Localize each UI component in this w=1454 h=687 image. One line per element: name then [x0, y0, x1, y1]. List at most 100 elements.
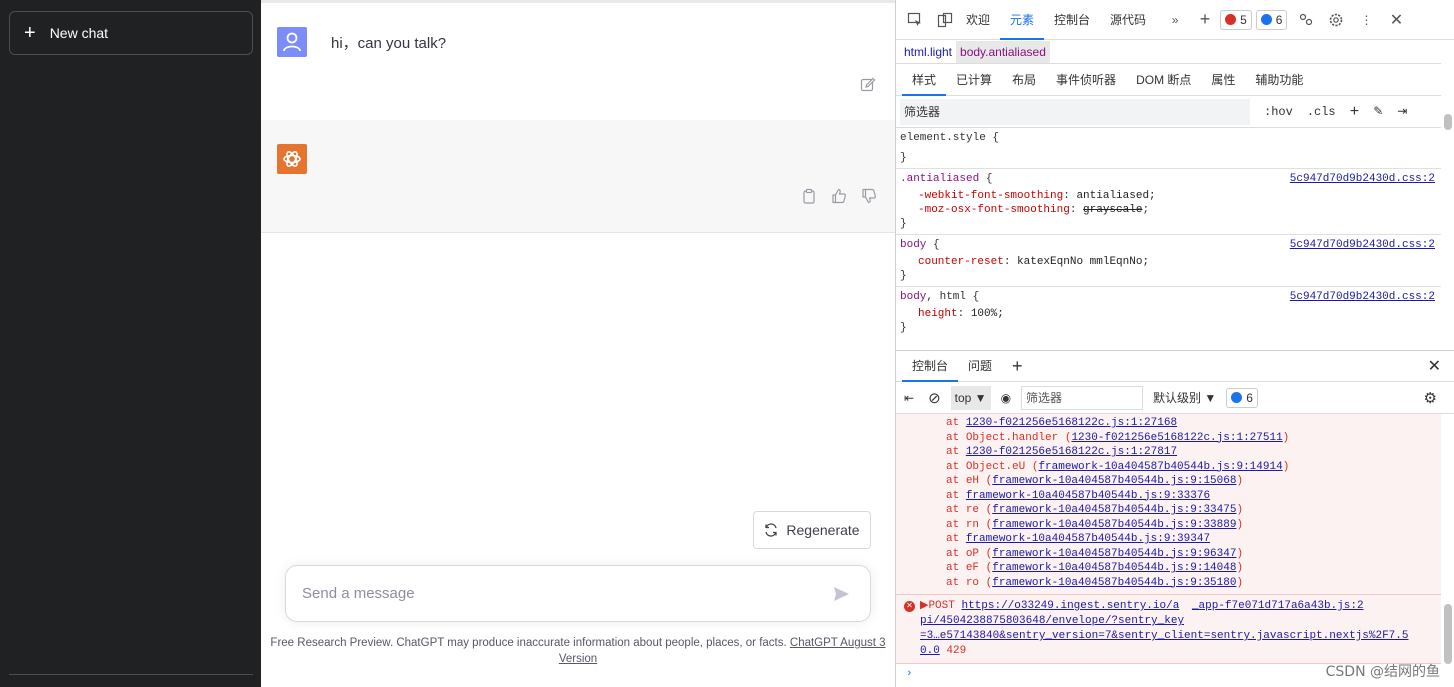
- post-method[interactable]: ▶POST: [920, 600, 961, 612]
- device-toggle-icon[interactable]: [934, 9, 956, 31]
- stack-source-link[interactable]: framework-10a404587b40544b.js:9:39347: [966, 533, 1210, 545]
- request-url-cont[interactable]: 0.0: [920, 645, 940, 657]
- inspect-icon[interactable]: [904, 9, 926, 31]
- request-url[interactable]: https://o33249.ingest.sentry.io/a: [961, 600, 1179, 612]
- message-input[interactable]: [302, 585, 802, 602]
- cls-toggle[interactable]: .cls: [1307, 105, 1336, 119]
- tab-welcome[interactable]: 欢迎: [956, 0, 1000, 40]
- stack-function: rn (: [965, 518, 993, 531]
- stack-source-link[interactable]: framework-10a404587b40544b.js:9:33475: [992, 504, 1236, 516]
- gear-icon[interactable]: [1325, 9, 1347, 31]
- stack-source-link[interactable]: 1230-f021256e5168122c.js:1:27817: [966, 446, 1177, 458]
- css-value[interactable]: antialiased;: [1076, 190, 1155, 202]
- console-scrollbar[interactable]: [1444, 604, 1452, 664]
- subtab-computed[interactable]: 已计算: [946, 64, 1002, 96]
- kebab-menu-icon[interactable]: ⋮: [1355, 9, 1377, 31]
- stack-at: at: [946, 475, 966, 487]
- log-level-select[interactable]: 默认级别 ▼: [1153, 389, 1216, 406]
- stack-source-link[interactable]: framework-10a404587b40544b.js:9:14048: [992, 562, 1236, 574]
- stack-source-link[interactable]: 1230-f021256e5168122c.js:1:27168: [966, 417, 1177, 429]
- request-url-cont[interactable]: pi/4504238875803648/envelope/?sentry_key: [920, 615, 1184, 627]
- user-icon: [283, 32, 301, 52]
- eye-icon[interactable]: ◉: [1001, 391, 1011, 405]
- regenerate-button[interactable]: Regenerate: [753, 511, 871, 549]
- tab-elements[interactable]: 元素: [1000, 0, 1045, 40]
- assistant-avatar: [277, 144, 307, 174]
- css-property[interactable]: counter-reset: [918, 256, 1004, 268]
- stack-source-link[interactable]: framework-10a404587b40544b.js:9:14914: [1038, 461, 1282, 473]
- subtab-properties[interactable]: 属性: [1201, 64, 1245, 96]
- css-value[interactable]: 100%;: [971, 308, 1004, 320]
- thumbs-down-icon[interactable]: [861, 188, 877, 204]
- hov-toggle[interactable]: :hov: [1264, 105, 1293, 119]
- stack-frame: at 1230-f021256e5168122c.js:1:27168: [946, 416, 1441, 431]
- close-icon[interactable]: ✕: [1385, 9, 1407, 31]
- subtab-styles[interactable]: 样式: [902, 64, 947, 96]
- subtab-dom-breakpoints[interactable]: DOM 断点: [1126, 64, 1201, 96]
- add-drawer-tab-icon[interactable]: +: [1002, 350, 1033, 382]
- subtab-event-listeners[interactable]: 事件侦听器: [1046, 64, 1126, 96]
- refresh-icon: [765, 523, 778, 537]
- user-avatar: [277, 27, 307, 57]
- subtab-accessibility[interactable]: 辅助功能: [1245, 64, 1313, 96]
- request-url-cont[interactable]: =3…e57143840&sentry_version=7&sentry_cli…: [920, 630, 1408, 642]
- css-value-overridden[interactable]: grayscale: [1083, 204, 1142, 216]
- drawer-close-icon[interactable]: ✕: [1428, 356, 1441, 376]
- stylesheet-link[interactable]: 5c947d70d9b2430d.css:2: [1290, 172, 1435, 186]
- console-settings-icon[interactable]: ⚙: [1424, 389, 1437, 407]
- new-rule-icon[interactable]: +: [1350, 103, 1360, 121]
- stack-frame: at Object.handler (1230-f021256e5168122c…: [946, 431, 1441, 446]
- stack-at: at: [946, 489, 966, 502]
- stack-source-link[interactable]: framework-10a404587b40544b.js:9:33889: [992, 519, 1236, 531]
- stack-source-link[interactable]: framework-10a404587b40544b.js:9:96347: [992, 548, 1236, 560]
- add-tab-icon[interactable]: +: [1194, 9, 1216, 31]
- message-count-badge[interactable]: 6: [1255, 9, 1288, 30]
- breadcrumb-html[interactable]: html.light: [900, 41, 956, 63]
- subtab-layout[interactable]: 布局: [1002, 64, 1046, 96]
- css-property[interactable]: -moz-osx-font-smoothing: [918, 204, 1070, 216]
- css-value[interactable]: katexEqnNo mmlEqnNo;: [1017, 256, 1149, 268]
- edit-icon[interactable]: [860, 77, 876, 93]
- styles-scrollbar[interactable]: [1444, 114, 1452, 130]
- message-count: 6: [1275, 12, 1283, 27]
- stack-source-link[interactable]: framework-10a404587b40544b.js:9:35180: [992, 577, 1236, 589]
- new-chat-button[interactable]: + New chat: [9, 11, 253, 55]
- stack-at: at: [946, 431, 966, 444]
- console-filter-input[interactable]: [1021, 385, 1144, 410]
- stack-source-link[interactable]: framework-10a404587b40544b.js:9:15068: [992, 475, 1236, 487]
- stack-at: at: [946, 533, 966, 545]
- context-select[interactable]: top ▼: [950, 385, 991, 410]
- error-stack-trace: at 1230-f021256e5168122c.js:1:27168 at Ob…: [896, 414, 1441, 595]
- network-error-message: ✕ ▶POST https://o33249.ingest.sentry.io/…: [896, 595, 1441, 664]
- error-icon: [1225, 14, 1237, 25]
- error-count-badge[interactable]: 5: [1220, 9, 1252, 30]
- tab-console[interactable]: 控制台: [1044, 0, 1100, 40]
- stack-frame: at re (framework-10a404587b40544b.js:9:3…: [946, 503, 1441, 518]
- people-icon[interactable]: [1295, 9, 1317, 31]
- paint-brush-icon[interactable]: ✎: [1373, 104, 1383, 119]
- console-sidebar-icon[interactable]: ⇤: [904, 391, 914, 405]
- console-message-badge[interactable]: 6: [1226, 387, 1258, 408]
- send-icon[interactable]: [833, 586, 850, 605]
- sidebar-toggle-icon[interactable]: ⇥: [1397, 104, 1407, 119]
- stack-source-link[interactable]: framework-10a404587b40544b.js:9:33376: [966, 490, 1210, 502]
- message-input-box[interactable]: [285, 565, 871, 622]
- tab-sources[interactable]: 源代码: [1100, 0, 1156, 40]
- more-tabs-icon[interactable]: »: [1164, 9, 1186, 31]
- drawer-tab-issues[interactable]: 问题: [958, 350, 1002, 382]
- source-link[interactable]: _app-f7e071d717a6a43b.js:2: [1192, 600, 1364, 612]
- style-rule: body, html { 5c947d70d9b2430d.css:2 heig…: [900, 290, 1435, 334]
- css-property[interactable]: -webkit-font-smoothing: [918, 190, 1063, 202]
- stack-function: Object.eU (: [965, 460, 1039, 473]
- breadcrumb-body[interactable]: body.antialiased: [956, 40, 1050, 63]
- stack-source-link[interactable]: 1230-f021256e5168122c.js:1:27511: [1071, 432, 1282, 444]
- stylesheet-link[interactable]: 5c947d70d9b2430d.css:2: [1290, 290, 1435, 304]
- stylesheet-link[interactable]: 5c947d70d9b2430d.css:2: [1290, 238, 1435, 252]
- user-message-row: hi，can you talk?: [261, 3, 895, 121]
- copy-icon[interactable]: [801, 188, 817, 204]
- styles-filter-input[interactable]: [900, 98, 1250, 125]
- thumbs-up-icon[interactable]: [831, 188, 847, 204]
- drawer-tab-console[interactable]: 控制台: [902, 350, 959, 382]
- clear-console-icon[interactable]: ⊘: [928, 389, 941, 407]
- css-property[interactable]: height: [918, 308, 958, 320]
